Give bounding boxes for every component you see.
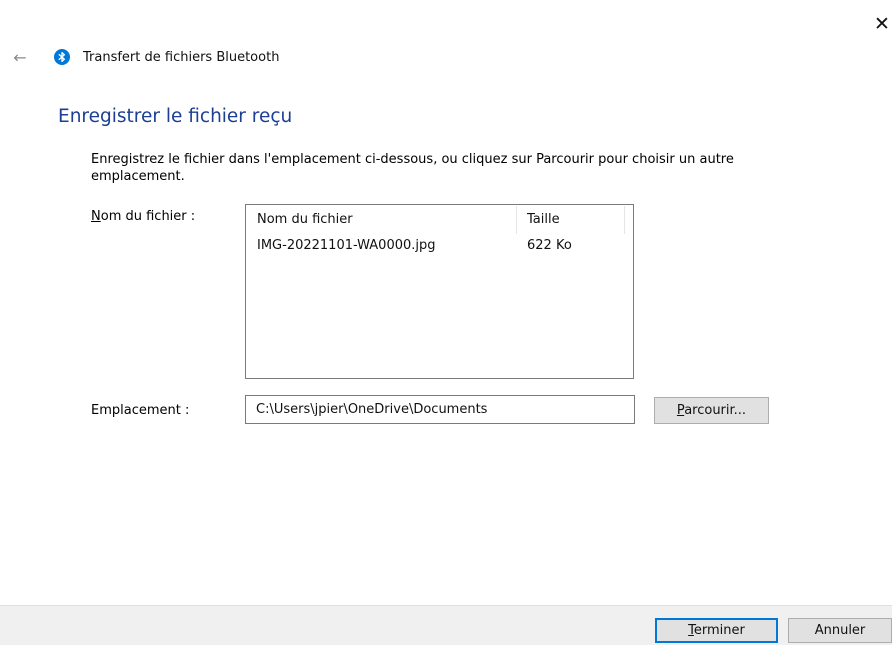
- column-divider[interactable]: [516, 206, 517, 234]
- bluetooth-transfer-window: ✕ ← Transfert de fichiers Bluetooth Enre…: [0, 0, 892, 645]
- column-header-size[interactable]: Taille: [527, 205, 623, 235]
- location-label: Emplacement :: [91, 403, 190, 418]
- finish-button-label: erminer: [693, 623, 745, 638]
- filename-label: Nom du fichier :: [91, 208, 195, 225]
- app-title: Transfert de fichiers Bluetooth: [83, 50, 280, 65]
- column-divider[interactable]: [624, 206, 625, 234]
- filename-label-accelerator: N: [91, 209, 101, 224]
- finish-button[interactable]: Terminer: [655, 618, 778, 643]
- file-size-cell: 622 Ko: [527, 238, 572, 253]
- footer-bar: Terminer Annuler: [0, 605, 892, 645]
- file-list-row[interactable]: IMG-20221101-WA0000.jpg 622 Ko: [246, 235, 633, 257]
- close-icon[interactable]: ✕: [872, 12, 892, 36]
- browse-button[interactable]: Parcourir...: [654, 397, 769, 424]
- file-name-cell: IMG-20221101-WA0000.jpg: [257, 238, 436, 253]
- page-heading: Enregistrer le fichier reçu: [58, 106, 293, 127]
- bluetooth-icon: [54, 49, 70, 65]
- filename-label-rest: om du fichier :: [100, 209, 196, 224]
- file-list[interactable]: Nom du fichier Taille IMG-20221101-WA000…: [245, 204, 634, 379]
- browse-button-label: arcourir...: [684, 403, 747, 418]
- location-input[interactable]: [245, 395, 635, 424]
- back-arrow-icon[interactable]: ←: [8, 47, 32, 69]
- file-list-header: Nom du fichier Taille: [246, 205, 633, 235]
- instructions-text: Enregistrez le fichier dans l'emplacemen…: [91, 152, 734, 184]
- column-header-filename[interactable]: Nom du fichier: [257, 205, 515, 235]
- cancel-button[interactable]: Annuler: [788, 618, 892, 643]
